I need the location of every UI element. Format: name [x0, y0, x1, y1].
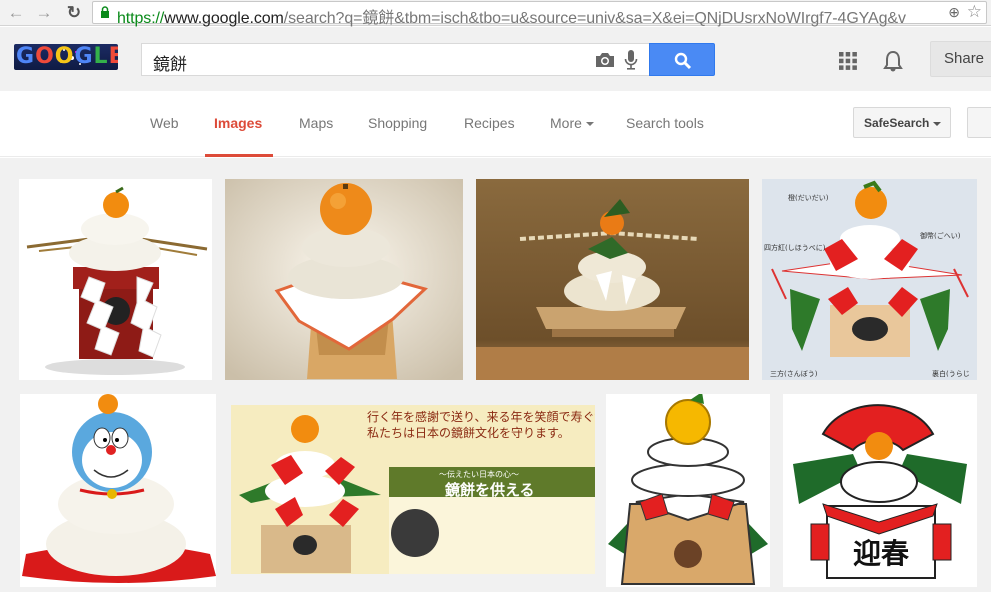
- tab-images[interactable]: Images: [214, 115, 262, 131]
- tab-search-tools[interactable]: Search tools: [626, 115, 704, 131]
- image-result[interactable]: 橙(だいだい) 御幣(ごへい) 四方紅(しほうべに) 三方(さんぼう) 裏白(う…: [762, 179, 977, 380]
- image-result[interactable]: [476, 179, 749, 380]
- reload-icon[interactable]: ↻: [64, 3, 84, 23]
- url-scheme: https://: [117, 10, 165, 27]
- search-query-text: 鏡餅: [153, 55, 187, 75]
- tab-maps[interactable]: Maps: [299, 115, 333, 131]
- back-arrow-icon[interactable]: ←: [6, 3, 26, 23]
- safesearch-label: SafeSearch: [864, 116, 930, 130]
- banner-headline-line: 行く年を感謝で送り、来る年を笑顔で寿ぐ鏡餅。: [367, 410, 595, 424]
- image-results-grid: 橙(だいだい) 御幣(ごへい) 四方紅(しほうべに) 三方(さんぼう) 裏白(う…: [0, 158, 991, 592]
- search-tabs: Web Images Maps Shopping Recipes More Se…: [0, 91, 991, 157]
- camera-icon[interactable]: [594, 51, 616, 69]
- tab-recipes[interactable]: Recipes: [464, 115, 515, 131]
- tab-more[interactable]: More: [550, 115, 594, 131]
- search-button[interactable]: [649, 43, 715, 76]
- kagami-mochi-diagram-image: [762, 179, 977, 380]
- kagami-mochi-image: [19, 179, 212, 380]
- tab-label: Web: [150, 115, 179, 131]
- image-result[interactable]: [606, 394, 770, 587]
- apps-grid-icon[interactable]: [838, 51, 858, 71]
- doraemon-mochi-image: [20, 394, 216, 587]
- active-tab-indicator: [205, 154, 273, 157]
- image-result[interactable]: [20, 394, 216, 587]
- image-result[interactable]: [19, 179, 212, 380]
- kagami-mochi-image: [476, 179, 749, 380]
- kagami-mochi-image: [225, 179, 463, 380]
- google-header: GOOGLE 鏡餅 Share: [0, 27, 991, 91]
- callout-label: 裏白(うらじろ): [932, 370, 970, 378]
- callout-label: 御幣(ごへい): [920, 232, 961, 240]
- chevron-down-icon: [585, 122, 594, 127]
- tab-label: Images: [214, 115, 263, 131]
- tab-label: Shopping: [368, 115, 428, 131]
- callout-label: 四方紅(しほうべに): [764, 244, 826, 252]
- tab-label: Search tools: [626, 115, 704, 131]
- settings-button[interactable]: [967, 107, 991, 138]
- image-result[interactable]: [225, 179, 463, 380]
- callout-label: 橙(だいだい): [788, 194, 829, 202]
- share-label: Share: [944, 50, 985, 67]
- image-result[interactable]: 迎春: [783, 394, 977, 587]
- browser-toolbar: ← → ↻ https://www.google.com/search?q=鏡餅…: [0, 0, 991, 27]
- chevron-down-icon: [933, 121, 942, 126]
- url-host: www.google.com: [164, 10, 284, 27]
- zoom-icon[interactable]: ⊕: [948, 4, 960, 21]
- tab-label: Recipes: [464, 115, 515, 131]
- share-button[interactable]: Share: [930, 41, 991, 77]
- lock-icon: [101, 6, 109, 18]
- image-result[interactable]: 行く年を感謝で送り、来る年を笑顔で寿ぐ鏡餅。 私たちは日本の鏡餅文化を守ります。…: [231, 405, 595, 574]
- callout-label: 三方(さんぼう): [770, 370, 818, 378]
- banner-title: 鏡餅を供える: [445, 481, 535, 499]
- doodle-letters: GOOGLE: [16, 44, 118, 69]
- bookmark-star-icon[interactable]: ☆: [967, 2, 982, 22]
- tab-label: Maps: [299, 115, 334, 131]
- notifications-bell-icon[interactable]: [882, 49, 904, 73]
- tab-label: More: [550, 115, 582, 131]
- search-icon: [674, 52, 692, 70]
- banner-headline-line: 私たちは日本の鏡餅文化を守ります。: [367, 426, 570, 440]
- search-input[interactable]: 鏡餅: [141, 43, 650, 76]
- tab-web[interactable]: Web: [150, 115, 179, 131]
- url-path: /search?q=鏡餅&tbm=isch&tbo=u&source=univ&…: [283, 10, 906, 27]
- forward-arrow-icon[interactable]: →: [34, 3, 54, 23]
- address-bar[interactable]: https://www.google.com/search?q=鏡餅&tbm=i…: [92, 1, 987, 27]
- url-text: https://www.google.com/search?q=鏡餅&tbm=i…: [117, 4, 932, 28]
- safesearch-button[interactable]: SafeSearch: [853, 107, 951, 138]
- kagami-mochi-illustration-image: [606, 394, 770, 587]
- microphone-icon[interactable]: [624, 49, 638, 71]
- google-doodle-logo[interactable]: GOOGLE: [14, 44, 118, 70]
- tab-shopping[interactable]: Shopping: [368, 115, 427, 131]
- sign-text: 迎春: [853, 537, 910, 570]
